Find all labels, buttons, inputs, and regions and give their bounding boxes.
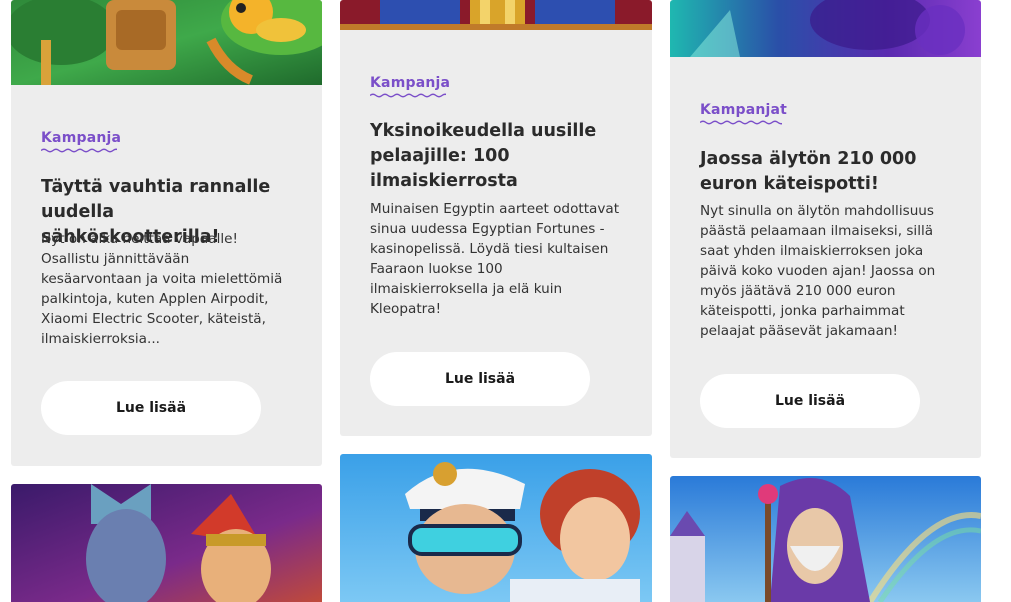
- promo-image-jungle-bee[interactable]: [11, 0, 322, 85]
- promo-description: Muinaisen Egyptin aarteet odottavat sinu…: [370, 201, 620, 317]
- promo-description: Nyt on aika heittää vapaalle! Osallistu …: [41, 231, 283, 347]
- promo-category-tag: Kampanja: [370, 75, 450, 98]
- promo-image-neon-scene[interactable]: [670, 0, 981, 57]
- wavy-underline-icon: [370, 93, 446, 98]
- read-more-button[interactable]: Lue lisää: [370, 352, 590, 406]
- promo-title: Yksinoikeudella uusille pelaajille: 100 …: [370, 121, 597, 191]
- promo-category-tag: Kampanjat: [700, 102, 787, 125]
- promo-category-tag: Kampanja: [41, 130, 121, 153]
- promo-card-cash-jackpot: Kampanjat Jaossa älytön 210 000 euron kä…: [670, 0, 981, 458]
- wavy-underline-icon: [700, 120, 782, 125]
- promo-card-egyptian-fortunes: Kampanja Yksinoikeudella uusille pelaaji…: [340, 0, 652, 436]
- promo-description: Nyt sinulla on älytön mahdollisuus pääst…: [700, 203, 936, 339]
- promo-image-pharaoh[interactable]: [340, 0, 652, 30]
- promo-image-wizard[interactable]: [670, 476, 981, 602]
- promo-title: Jaossa älytön 210 000 euron käteispotti!: [700, 149, 917, 194]
- read-more-button[interactable]: Lue lisää: [700, 374, 920, 428]
- wavy-underline-icon: [41, 148, 117, 153]
- promo-image-dark-elf[interactable]: [11, 484, 322, 602]
- promo-card-beach-scooter: Kampanja Täyttä vauhtia rannalle uudella…: [11, 0, 322, 466]
- read-more-button[interactable]: Lue lisää: [41, 381, 261, 435]
- promo-image-pilot[interactable]: [340, 454, 652, 602]
